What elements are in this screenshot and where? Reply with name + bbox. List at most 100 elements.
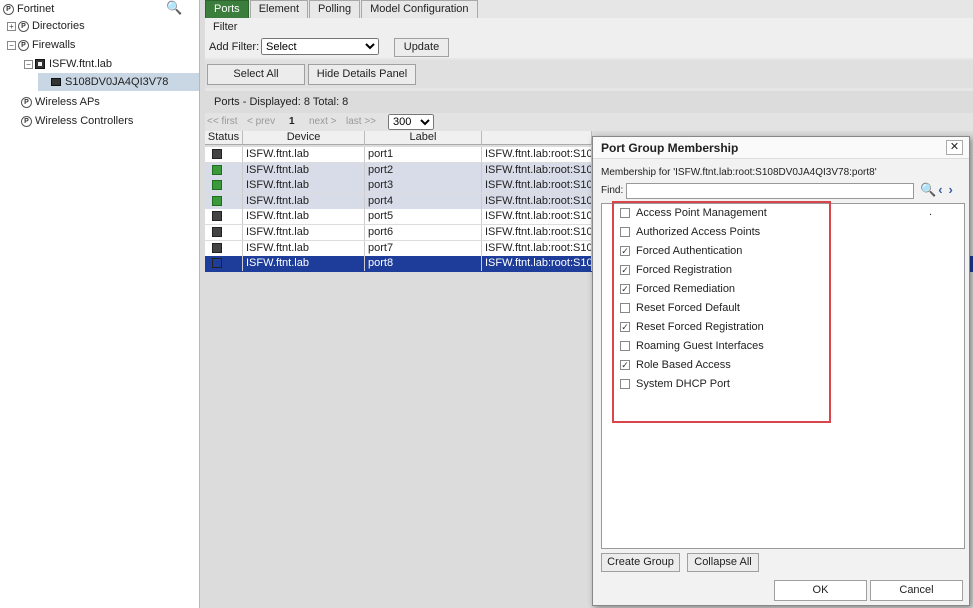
unchecked-checkbox[interactable]	[620, 379, 630, 389]
group-label: Roaming Guest Interfaces	[636, 340, 764, 352]
group-item[interactable]: Authorized Access Points	[620, 224, 760, 240]
group-label: Role Based Access	[636, 359, 731, 371]
label-cell: port7	[365, 240, 482, 256]
group-label: Reset Forced Registration	[636, 321, 764, 333]
update-button[interactable]: Update	[394, 38, 449, 57]
name-cell: ISFW.ftnt.lab:root:S108	[482, 256, 592, 272]
tree-label: Firewalls	[32, 39, 76, 51]
label-cell: port5	[365, 209, 482, 225]
tab-ports[interactable]: Ports	[205, 0, 249, 18]
group-item[interactable]: Reset Forced Default	[620, 300, 740, 316]
group-item[interactable]: ✓ Forced Authentication	[620, 243, 742, 259]
search-icon[interactable]: 🔍	[920, 182, 936, 197]
status-cell	[205, 240, 243, 256]
membership-text: Membership for 'ISFW.ftnt.lab:root:S108D…	[601, 167, 877, 178]
group-item[interactable]: ✓ Reset Forced Registration	[620, 319, 764, 335]
group-label: Forced Registration	[636, 264, 732, 276]
column-header-device[interactable]: Device	[243, 131, 365, 145]
checked-checkbox[interactable]: ✓	[620, 284, 630, 294]
tree-item-directories[interactable]: + P Directories	[7, 17, 85, 35]
collapse-icon[interactable]: −	[7, 40, 16, 50]
port-status-icon	[212, 258, 222, 269]
name-cell: ISFW.ftnt.lab:root:S108	[482, 147, 592, 162]
port-status-icon	[212, 242, 222, 253]
device-cell: ISFW.ftnt.lab	[243, 178, 365, 194]
status-cell	[205, 209, 243, 225]
ok-button[interactable]: OK	[774, 580, 867, 601]
name-cell: ISFW.ftnt.lab:root:S108	[482, 162, 592, 178]
dialog-titlebar[interactable]: Port Group Membership ✕	[593, 137, 969, 159]
prev-page-link[interactable]: < prev	[247, 116, 275, 127]
unchecked-checkbox[interactable]	[620, 341, 630, 351]
status-cell	[205, 193, 243, 209]
dialog-actions: OK Cancel	[593, 577, 969, 605]
next-page-link[interactable]: next >	[309, 116, 337, 127]
tab-model-configuration[interactable]: Model Configuration	[361, 0, 478, 18]
status-cell	[205, 256, 243, 272]
tab-element[interactable]: Element	[249, 0, 309, 18]
tree-item-wireless-aps[interactable]: P Wireless APs	[21, 93, 100, 111]
label-cell: port3	[365, 178, 482, 194]
unchecked-checkbox[interactable]	[620, 208, 630, 218]
group-label: Forced Remediation	[636, 283, 736, 295]
ports-count-text: Ports - Displayed: 8 Total: 8	[214, 96, 349, 108]
select-all-button[interactable]: Select All	[207, 64, 305, 85]
dialog-title: Port Group Membership	[601, 141, 739, 155]
checked-checkbox[interactable]: ✓	[620, 265, 630, 275]
checked-checkbox[interactable]: ✓	[620, 246, 630, 256]
label-cell: port4	[365, 193, 482, 209]
group-item[interactable]: ✓ Forced Registration	[620, 262, 732, 278]
column-header-status[interactable]: Status	[205, 131, 243, 145]
find-input[interactable]	[626, 183, 914, 199]
first-page-link[interactable]: << first	[207, 116, 238, 127]
dialog-tools: Create Group Collapse All	[601, 553, 965, 575]
column-header-extra[interactable]	[482, 131, 592, 145]
fortinet-icon: P	[3, 3, 14, 15]
status-cell	[205, 225, 243, 240]
ports-info-bar: Ports - Displayed: 8 Total: 8	[205, 91, 973, 113]
close-icon[interactable]: ✕	[946, 140, 963, 155]
tree-item-fortinet[interactable]: P Fortinet	[3, 0, 54, 18]
cancel-button[interactable]: Cancel	[870, 580, 963, 601]
group-label: Authorized Access Points	[636, 226, 761, 238]
tab-polling[interactable]: Polling	[309, 0, 361, 18]
next-icon[interactable]: ›	[949, 182, 953, 197]
collapse-icon[interactable]: −	[24, 59, 33, 69]
directory-icon: P	[18, 20, 29, 32]
checked-checkbox[interactable]: ✓	[620, 322, 630, 332]
collapse-all-button[interactable]: Collapse All	[687, 553, 759, 572]
unchecked-checkbox[interactable]	[620, 303, 630, 313]
port-status-icon	[212, 164, 222, 175]
page-size-select[interactable]: 300	[388, 114, 434, 130]
search-icon[interactable]: 🔍	[166, 0, 182, 16]
unchecked-checkbox[interactable]	[620, 227, 630, 237]
group-item[interactable]: ✓ Forced Remediation	[620, 281, 735, 297]
firewall-device-icon	[35, 59, 45, 69]
tree-item-isfw[interactable]: − ISFW.ftnt.lab	[24, 55, 112, 73]
tree-item-firewalls[interactable]: − P Firewalls	[7, 36, 75, 54]
tree-label: Directories	[32, 20, 85, 32]
group-item[interactable]: System DHCP Port	[620, 376, 730, 392]
tab-bar: Ports Element Polling Model Configuratio…	[205, 0, 479, 18]
previous-icon[interactable]: ‹	[938, 182, 942, 197]
port-status-icon	[212, 149, 222, 159]
wireless-aps-icon: P	[21, 96, 32, 108]
hide-details-panel-button[interactable]: Hide Details Panel	[308, 64, 416, 85]
port-status-icon	[212, 211, 222, 222]
device-cell: ISFW.ftnt.lab	[243, 147, 365, 162]
group-item[interactable]: Roaming Guest Interfaces	[620, 338, 764, 354]
group-label: Reset Forced Default	[636, 302, 740, 314]
tree-item-switch[interactable]: S108DV0JA4QI3V78	[38, 73, 199, 91]
column-header-label[interactable]: Label	[365, 131, 482, 145]
tree-item-wireless-controllers[interactable]: P Wireless Controllers	[21, 112, 133, 130]
group-item[interactable]: ✓ Role Based Access	[620, 357, 731, 373]
device-cell: ISFW.ftnt.lab	[243, 193, 365, 209]
group-item[interactable]: Access Point Management	[620, 205, 767, 221]
tree-label: Wireless APs	[35, 96, 100, 108]
create-group-button[interactable]: Create Group	[601, 553, 680, 572]
device-cell: ISFW.ftnt.lab	[243, 225, 365, 240]
checked-checkbox[interactable]: ✓	[620, 360, 630, 370]
add-filter-select[interactable]: Select	[261, 38, 379, 55]
expand-icon[interactable]: +	[7, 21, 16, 31]
last-page-link[interactable]: last >>	[346, 116, 376, 127]
